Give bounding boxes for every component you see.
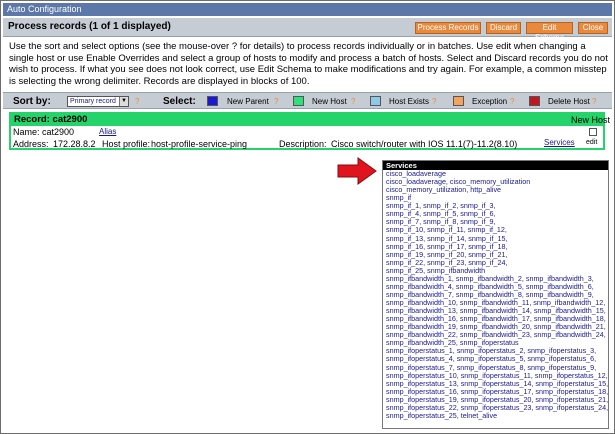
service-line: snmp_if_10, snmp_if_11, snmp_if_12, <box>386 226 507 235</box>
page-title: Process records (1 of 1 displayed) <box>8 21 171 32</box>
name-label: Name: <box>13 127 40 137</box>
service-line: snmp_if_13, snmp_if_14, snmp_if_15, <box>386 234 508 243</box>
host-profile-label: Host profile: <box>102 139 151 149</box>
service-line: snmp_if <box>386 194 412 203</box>
record-status: New Host <box>571 115 611 125</box>
service-line: snmp_if_22, snmp_if_23, snmp_if_24, <box>386 258 508 267</box>
exception-label: Exception <box>472 97 508 106</box>
sort-select-bar: Sort by: Primary record ▼ ? Select: New … <box>3 92 612 109</box>
select-label: Select: <box>163 96 196 107</box>
record-header: Record: cat2900 <box>11 114 603 126</box>
service-line: snmp_ifoperstatus_7, snmp_ifoperstatus_8… <box>386 363 597 372</box>
edit-link[interactable]: edit <box>586 139 597 146</box>
service-line: snmp_ifoperstatus_4, snmp_ifoperstatus_5… <box>386 355 597 364</box>
services-title: Services <box>383 161 608 170</box>
service-line: cisco_loadaverage <box>386 170 446 178</box>
record-select-checkbox[interactable] <box>589 128 597 136</box>
service-line: snmp_if_25, snmp_ifbandwidth <box>386 266 486 275</box>
service-line: snmp_if_4, snmp_if_5, snmp_if_6, <box>386 210 496 219</box>
exception-swatch[interactable] <box>453 96 464 106</box>
service-line: snmp_ifbandwidth_25, snmp_ifoperstatus <box>386 339 519 348</box>
chevron-down-icon[interactable]: ▼ <box>119 97 128 106</box>
services-link[interactable]: Services <box>544 138 575 147</box>
new-host-label: New Host <box>312 97 347 106</box>
service-line: cisco_memory_utilization, http_alive <box>386 186 502 195</box>
close-button[interactable]: Close <box>578 22 608 34</box>
service-line: snmp_ifoperstatus_25, telnet_alive <box>386 411 498 420</box>
description-label: Description: <box>279 139 327 149</box>
help-question-icon[interactable]: ? <box>135 97 139 106</box>
service-line: snmp_if_7, snmp_if_8, snmp_if_9, <box>386 218 496 227</box>
record-title: Record: cat2900 <box>14 114 88 125</box>
delete-host-help-icon[interactable]: ? <box>592 97 596 106</box>
exception-help-icon[interactable]: ? <box>510 97 514 106</box>
sort-by-value: Primary record <box>70 98 116 105</box>
service-line: snmp_ifbandwidth_7, snmp_ifbandwidth_8, … <box>386 290 594 299</box>
host-exists-help-icon[interactable]: ? <box>432 97 436 106</box>
delete-host-label: Delete Host <box>548 97 590 106</box>
sort-by-dropdown[interactable]: Primary record ▼ <box>67 96 129 107</box>
service-line: snmp_ifoperstatus_16, snmp_ifoperstatus_… <box>386 387 608 396</box>
address-label: Address: <box>13 139 49 149</box>
service-line: snmp_ifbandwidth_10, snmp_ifbandwidth_11… <box>386 299 606 307</box>
name-value: cat2900 <box>42 127 75 137</box>
service-line: snmp_ifbandwidth_16, snmp_ifbandwidth_17… <box>386 315 606 324</box>
new-parent-help-icon[interactable]: ? <box>274 97 278 106</box>
discard-button[interactable]: Discard <box>486 22 521 34</box>
service-line: snmp_ifoperstatus_10, snmp_ifoperstatus_… <box>386 371 608 380</box>
service-line: snmp_if_16, snmp_if_17, snmp_if_18, <box>386 242 508 251</box>
address-value: 172.28.8.2 <box>53 139 96 149</box>
services-list: cisco_loadaverage cisco_loadaverage, cisc… <box>383 170 608 420</box>
window-frame: Auto Configuration Process records (1 of… <box>0 0 615 434</box>
services-popup: Services cisco_loadaverage cisco_loadaver… <box>382 160 609 429</box>
instructions-text: Use the sort and select options (see the… <box>9 41 608 88</box>
service-line: snmp_ifbandwidth_4, snmp_ifbandwidth_5, … <box>386 282 594 291</box>
new-host-help-icon[interactable]: ? <box>351 97 355 106</box>
new-host-swatch[interactable] <box>293 96 304 106</box>
window-title: Auto Configuration <box>3 3 612 16</box>
service-line: snmp_ifoperstatus_22, snmp_ifoperstatus_… <box>386 403 608 412</box>
new-parent-swatch[interactable] <box>207 96 218 106</box>
service-line: snmp_if_1, snmp_if_2, snmp_if_3, <box>386 202 496 211</box>
process-records-button[interactable]: Process Records <box>415 22 481 34</box>
sort-by-label: Sort by: <box>13 96 51 107</box>
process-header: Process records (1 of 1 displayed) Proce… <box>3 17 612 42</box>
service-line: snmp_ifbandwidth_22, snmp_ifbandwidth_23… <box>386 331 606 340</box>
service-line: snmp_ifoperstatus_13, snmp_ifoperstatus_… <box>386 379 608 388</box>
host-profile-value: host-profile-service-ping <box>151 139 248 149</box>
red-arrow-icon <box>337 157 377 185</box>
service-line: snmp_if_19, snmp_if_20, snmp_if_21, <box>386 250 508 259</box>
alias-link[interactable]: Alias <box>99 127 116 136</box>
service-line: snmp_ifoperstatus_19, snmp_ifoperstatus_… <box>386 395 608 404</box>
host-exists-swatch[interactable] <box>370 96 381 106</box>
new-parent-label: New Parent <box>227 97 269 106</box>
service-line: snmp_ifoperstatus_1, snmp_ifoperstatus_2… <box>386 347 597 356</box>
delete-host-swatch[interactable] <box>529 96 540 106</box>
service-line: cisco_loadaverage, cisco_memory_utilizat… <box>386 178 531 187</box>
description-value: Cisco switch/router with IOS 11.1(7)-11.… <box>331 139 518 149</box>
service-line: snmp_ifbandwidth_13, snmp_ifbandwidth_14… <box>386 307 606 316</box>
host-exists-label: Host Exists <box>389 97 430 106</box>
service-line: snmp_ifbandwidth_1, snmp_ifbandwidth_2, … <box>386 274 594 283</box>
service-line: snmp_ifbandwidth_19, snmp_ifbandwidth_20… <box>386 323 606 332</box>
edit-schema-button[interactable]: Edit Schema <box>526 22 573 42</box>
